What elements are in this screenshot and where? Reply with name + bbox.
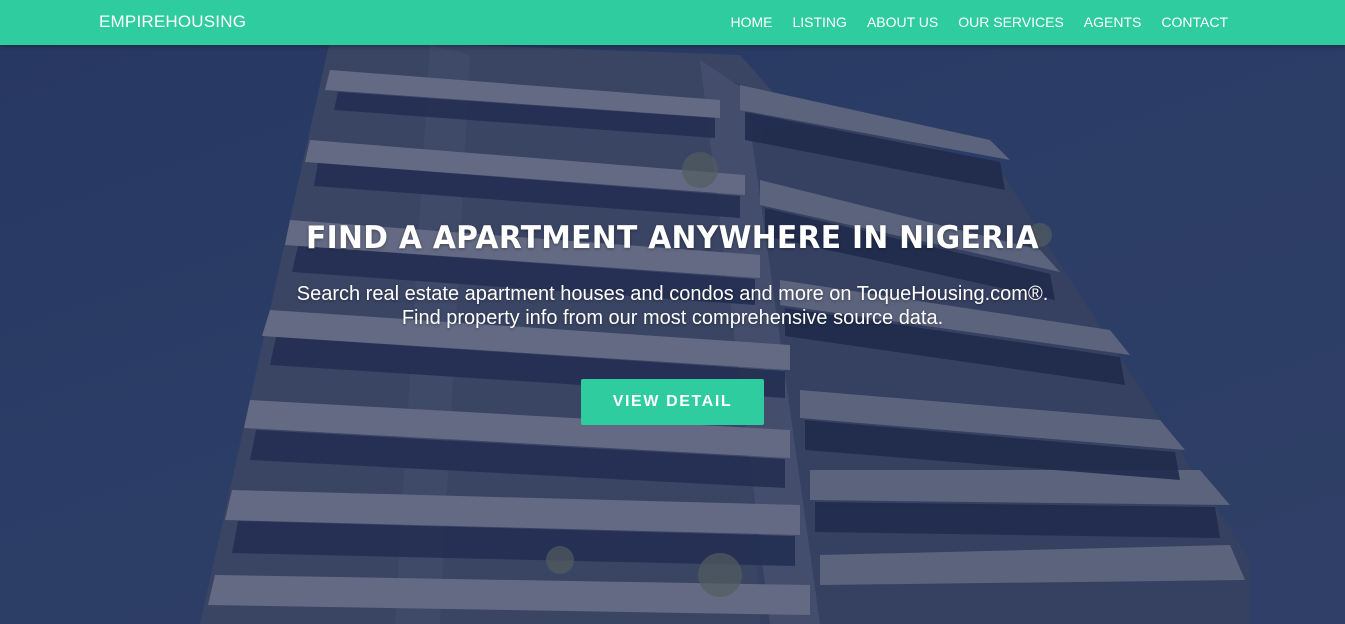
hero-content: FIND A APARTMENT ANYWHERE IN NIGERIA Sea… (0, 218, 1345, 425)
hero-subtitle-line-2: Find property info from our most compreh… (401, 307, 944, 329)
hero-subtitle: Search real estate apartment houses and … (0, 282, 1345, 330)
nav-item-our-services: OUR SERVICES (938, 13, 1064, 31)
nav-item-home: HOME (730, 13, 772, 31)
nav-link-home[interactable]: HOME (730, 13, 772, 31)
view-detail-button[interactable]: VIEW DETAIL (581, 379, 764, 425)
nav-link-agents[interactable]: AGENTS (1084, 13, 1142, 31)
brand-logo[interactable]: EMPIREHOUSING (99, 12, 246, 32)
navbar: EMPIREHOUSING HOME LISTING ABOUT US OUR … (0, 0, 1345, 45)
nav-link-our-services[interactable]: OUR SERVICES (958, 13, 1064, 31)
nav-menu: HOME LISTING ABOUT US OUR SERVICES AGENT… (730, 13, 1228, 31)
nav-link-contact[interactable]: CONTACT (1161, 13, 1228, 31)
hero-subtitle-line-1: Search real estate apartment houses and … (296, 283, 1049, 305)
nav-item-about-us: ABOUT US (847, 13, 938, 31)
nav-item-contact: CONTACT (1141, 13, 1228, 31)
nav-item-agents: AGENTS (1064, 13, 1142, 31)
nav-link-listing[interactable]: LISTING (792, 13, 846, 31)
hero-title: FIND A APARTMENT ANYWHERE IN NIGERIA (306, 220, 1039, 256)
nav-link-about-us[interactable]: ABOUT US (867, 13, 938, 31)
page: EMPIREHOUSING HOME LISTING ABOUT US OUR … (0, 0, 1345, 624)
nav-item-listing: LISTING (772, 13, 846, 31)
